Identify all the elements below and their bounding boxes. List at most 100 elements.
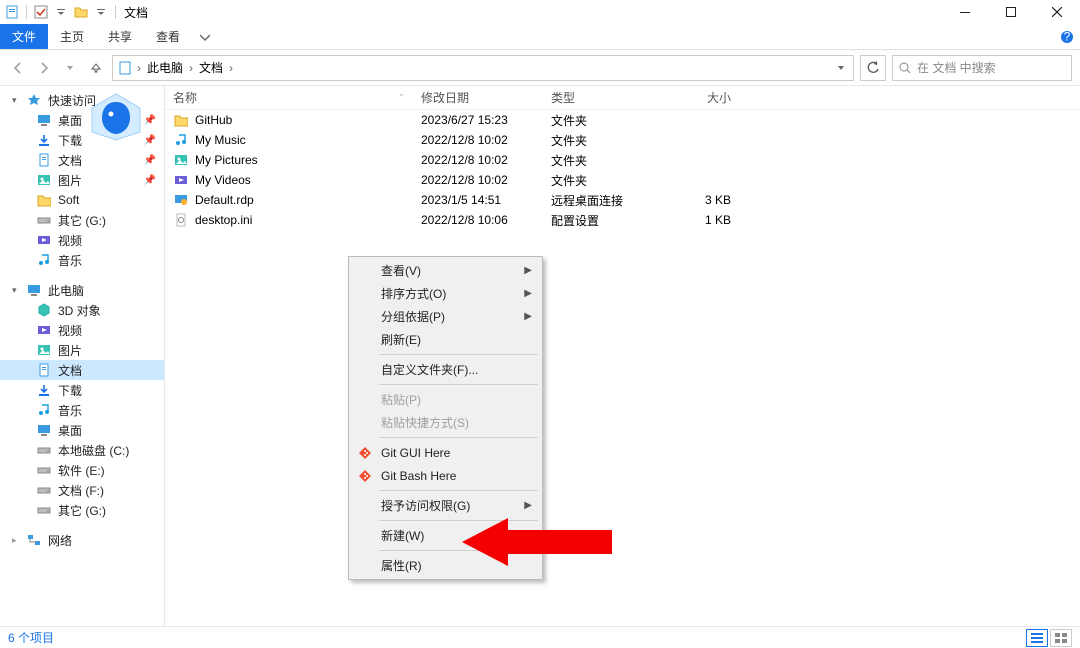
- sidebar-item[interactable]: 桌面📌: [0, 110, 164, 130]
- chevron-right-icon[interactable]: ›: [229, 61, 233, 75]
- sidebar-item-label: 文档: [58, 362, 82, 379]
- ribbon-collapse-icon[interactable]: [192, 24, 218, 49]
- file-row[interactable]: desktop.ini2022/12/8 10:06配置设置1 KB: [165, 210, 1080, 230]
- nav-recent-icon[interactable]: [60, 58, 80, 78]
- sidebar-item[interactable]: 音乐: [0, 250, 164, 270]
- context-menu-item[interactable]: 授予访问权限(G)▶: [351, 494, 540, 517]
- sidebar-item[interactable]: 其它 (G:): [0, 210, 164, 230]
- file-row[interactable]: Default.rdp2023/1/5 14:51远程桌面连接3 KB: [165, 190, 1080, 210]
- sidebar: ▾ 快速访问 桌面📌下载📌文档📌图片📌Soft其它 (G:)视频音乐 ▾ 此电脑…: [0, 86, 165, 626]
- breadcrumb[interactable]: 文档: [197, 59, 225, 76]
- sidebar-item[interactable]: 桌面: [0, 420, 164, 440]
- sidebar-item-label: 图片: [58, 172, 82, 189]
- menu-item-label: 排序方式(O): [381, 285, 446, 302]
- file-type: 远程桌面连接: [543, 192, 663, 209]
- context-menu-item[interactable]: 自定义文件夹(F)...: [351, 358, 540, 381]
- drive-icon: [36, 462, 52, 478]
- qat-dropdown-icon[interactable]: [53, 4, 69, 20]
- sidebar-item[interactable]: 图片: [0, 340, 164, 360]
- context-menu-item[interactable]: 查看(V)▶: [351, 259, 540, 282]
- minimize-button[interactable]: [942, 0, 988, 24]
- chevron-down-icon: ▾: [12, 285, 20, 296]
- folder-icon: [36, 192, 52, 208]
- sidebar-item[interactable]: 本地磁盘 (C:): [0, 440, 164, 460]
- sidebar-item[interactable]: 下载: [0, 380, 164, 400]
- file-name: My Music: [195, 133, 246, 147]
- sidebar-network[interactable]: ▸ 网络: [0, 530, 164, 550]
- context-menu-item[interactable]: Git Bash Here: [351, 464, 540, 487]
- sidebar-item[interactable]: 3D 对象: [0, 300, 164, 320]
- sidebar-item[interactable]: 文档 (F:): [0, 480, 164, 500]
- sort-indicator-icon: ˆ: [400, 93, 403, 103]
- sidebar-item[interactable]: 图片📌: [0, 170, 164, 190]
- menu-separator: [379, 437, 538, 438]
- sidebar-item-label: 网络: [48, 532, 72, 549]
- column-name[interactable]: 名称ˆ: [165, 89, 413, 106]
- tab-share[interactable]: 共享: [96, 24, 144, 49]
- column-date[interactable]: 修改日期: [413, 89, 543, 106]
- nav-back-button[interactable]: [8, 58, 28, 78]
- submenu-arrow-icon: ▶: [524, 288, 532, 299]
- sidebar-item[interactable]: 音乐: [0, 400, 164, 420]
- sidebar-item-label: 此电脑: [48, 282, 84, 299]
- sidebar-item[interactable]: 视频: [0, 320, 164, 340]
- chevron-right-icon[interactable]: ›: [137, 61, 141, 75]
- menu-separator: [379, 520, 538, 521]
- chevron-down-icon: ▾: [12, 95, 20, 106]
- address-dropdown-icon[interactable]: [833, 64, 849, 72]
- qat-dropdown-icon[interactable]: [93, 4, 109, 20]
- context-menu-item[interactable]: 分组依据(P)▶: [351, 305, 540, 328]
- tab-view[interactable]: 查看: [144, 24, 192, 49]
- column-type[interactable]: 类型: [543, 89, 663, 106]
- drive-icon: [36, 482, 52, 498]
- sidebar-item[interactable]: 软件 (E:): [0, 460, 164, 480]
- file-row[interactable]: My Pictures2022/12/8 10:02文件夹: [165, 150, 1080, 170]
- sidebar-item-label: 软件 (E:): [58, 462, 105, 479]
- sidebar-item-label: 其它 (G:): [58, 212, 106, 229]
- document-icon: [36, 362, 52, 378]
- desktop-icon: [36, 422, 52, 438]
- ribbon-tabs: 文件 主页 共享 查看 ?: [0, 24, 1080, 50]
- maximize-button[interactable]: [988, 0, 1034, 24]
- nav-forward-button[interactable]: [34, 58, 54, 78]
- sidebar-item[interactable]: 其它 (G:): [0, 500, 164, 520]
- search-input[interactable]: 在 文档 中搜索: [892, 55, 1072, 81]
- drive-icon: [36, 212, 52, 228]
- details-view-button[interactable]: [1026, 629, 1048, 647]
- refresh-button[interactable]: [860, 55, 886, 81]
- address-bar[interactable]: › 此电脑 › 文档 ›: [112, 55, 854, 81]
- pin-icon: 📌: [144, 135, 156, 146]
- context-menu-item[interactable]: 新建(W)▶: [351, 524, 540, 547]
- breadcrumb[interactable]: 此电脑: [145, 59, 185, 76]
- sidebar-item[interactable]: 文档📌: [0, 150, 164, 170]
- chevron-right-icon[interactable]: ›: [189, 61, 193, 75]
- context-menu-item[interactable]: 排序方式(O) ▶: [351, 282, 540, 305]
- sidebar-quick-access[interactable]: ▾ 快速访问: [0, 90, 164, 110]
- tab-home[interactable]: 主页: [48, 24, 96, 49]
- help-icon[interactable]: ?: [1054, 24, 1080, 49]
- sidebar-item[interactable]: 文档: [0, 360, 164, 380]
- close-button[interactable]: [1034, 0, 1080, 24]
- menu-item-label: 属性(R): [381, 557, 422, 574]
- icons-view-button[interactable]: [1050, 629, 1072, 647]
- sidebar-this-pc[interactable]: ▾ 此电脑: [0, 280, 164, 300]
- context-menu-item[interactable]: 属性(R): [351, 554, 540, 577]
- sidebar-item[interactable]: Soft: [0, 190, 164, 210]
- menu-item-label: 授予访问权限(G): [381, 497, 470, 514]
- file-row[interactable]: My Music2022/12/8 10:02文件夹: [165, 130, 1080, 150]
- menu-item-label: 查看(V): [381, 262, 421, 279]
- sidebar-item[interactable]: 视频: [0, 230, 164, 250]
- sidebar-item-label: 图片: [58, 342, 82, 359]
- file-type: 文件夹: [543, 172, 663, 189]
- checkbox-icon[interactable]: [33, 4, 49, 20]
- tab-file[interactable]: 文件: [0, 24, 48, 49]
- sidebar-item[interactable]: 下载📌: [0, 130, 164, 150]
- file-name: My Pictures: [195, 153, 258, 167]
- column-size[interactable]: 大小: [663, 89, 743, 106]
- context-menu-item[interactable]: 刷新(E): [351, 328, 540, 351]
- file-row[interactable]: My Videos2022/12/8 10:02文件夹: [165, 170, 1080, 190]
- context-menu-item[interactable]: Git GUI Here: [351, 441, 540, 464]
- file-row[interactable]: GitHub2023/6/27 15:23文件夹: [165, 110, 1080, 130]
- nav-up-button[interactable]: [86, 58, 106, 78]
- git-icon: [357, 468, 373, 484]
